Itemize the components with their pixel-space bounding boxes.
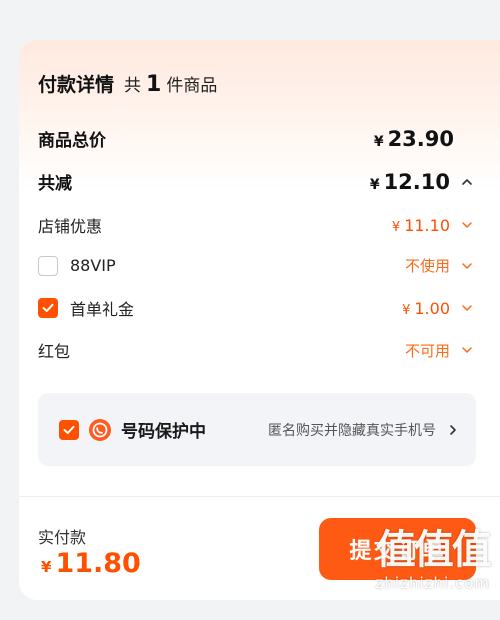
footer-divider <box>19 496 500 497</box>
first-order-gift-value: ¥1.00 <box>402 299 476 318</box>
card-header-gradient <box>19 40 500 190</box>
chevron-up-icon[interactable] <box>458 173 476 191</box>
pay-label: 实付款 <box>38 528 87 547</box>
first-order-gift-currency: ¥ <box>402 302 411 318</box>
number-protection-panel[interactable]: 号码保护中 匿名购买并隐藏真实手机号 <box>38 393 476 466</box>
total-discount-row[interactable]: 共减 ¥12.10 <box>38 169 476 194</box>
number-protection-text: 匿名购买并隐藏真实手机号 <box>268 422 436 439</box>
subtotal-label: 商品总价 <box>38 131 106 151</box>
chevron-down-icon[interactable] <box>458 257 476 275</box>
chevron-down-icon[interactable] <box>458 341 476 359</box>
number-protection-checkbox[interactable] <box>59 419 79 440</box>
first-order-gift-checkbox[interactable] <box>38 298 58 318</box>
item-count-prefix: 共 <box>124 76 142 96</box>
chevron-down-icon[interactable] <box>458 299 476 317</box>
total-discount-label: 共减 <box>38 174 72 194</box>
chevron-right-icon <box>444 421 462 439</box>
payment-details-card: 付款详情 共 1 件商品 商品总价 ¥23.90 共减 ¥12.10 店铺优惠 … <box>19 40 500 600</box>
first-order-gift-label: 首单礼金 <box>70 300 135 319</box>
card-header: 付款详情 共 1 件商品 <box>38 70 217 97</box>
total-discount-currency: ¥ <box>369 176 380 193</box>
check-icon <box>42 303 54 312</box>
vip-status: 不使用 <box>404 257 450 275</box>
store-discount-value: ¥11.10 <box>392 216 476 235</box>
first-order-gift-amount: 1.00 <box>414 298 450 318</box>
pay-currency: ¥ <box>41 558 52 576</box>
chevron-down-icon[interactable] <box>458 216 476 234</box>
store-discount-row[interactable]: 店铺优惠 ¥11.10 <box>38 213 476 237</box>
first-order-gift-row[interactable]: 首单礼金 ¥1.00 <box>38 296 476 320</box>
vip-checkbox[interactable] <box>38 255 58 276</box>
item-count-suffix: 件商品 <box>166 76 218 96</box>
store-discount-amount: 11.10 <box>404 215 450 235</box>
subtotal-currency: ¥ <box>373 133 384 150</box>
watermark-url: zhizhizhi.com <box>375 574 490 592</box>
vip-label: 88VIP <box>70 256 116 275</box>
subtotal-value: ¥23.90 <box>374 127 454 151</box>
red-packet-value: 不可用 <box>405 340 476 361</box>
pay-amount: ¥11.80 <box>41 548 141 579</box>
subtotal-row: 商品总价 ¥23.90 <box>38 126 476 152</box>
subtotal-amount: 23.90 <box>387 126 454 151</box>
total-discount-value: ¥12.10 <box>370 170 476 194</box>
red-packet-label: 红包 <box>38 342 71 361</box>
pay-amount-value: 11.80 <box>55 548 141 579</box>
payment-details-title: 付款详情 <box>38 74 115 96</box>
vip-row[interactable]: 88VIP 不使用 <box>38 255 476 276</box>
total-discount-amount: 12.10 <box>383 169 450 194</box>
phone-shield-icon <box>89 418 111 441</box>
number-protection-title: 号码保护中 <box>121 422 206 442</box>
store-discount-label: 店铺优惠 <box>38 217 103 236</box>
red-packet-row[interactable]: 红包 不可用 <box>38 338 476 362</box>
site-watermark: 值值值 zhizhizhi.com <box>375 527 492 592</box>
red-packet-status: 不可用 <box>404 341 450 360</box>
store-discount-currency: ¥ <box>391 219 401 235</box>
item-count: 1 <box>146 72 162 97</box>
check-icon <box>63 425 75 434</box>
number-protection-description[interactable]: 匿名购买并隐藏真实手机号 <box>268 420 462 440</box>
watermark-logo: 值值值 <box>375 527 492 573</box>
vip-value: 不使用 <box>405 255 476 276</box>
